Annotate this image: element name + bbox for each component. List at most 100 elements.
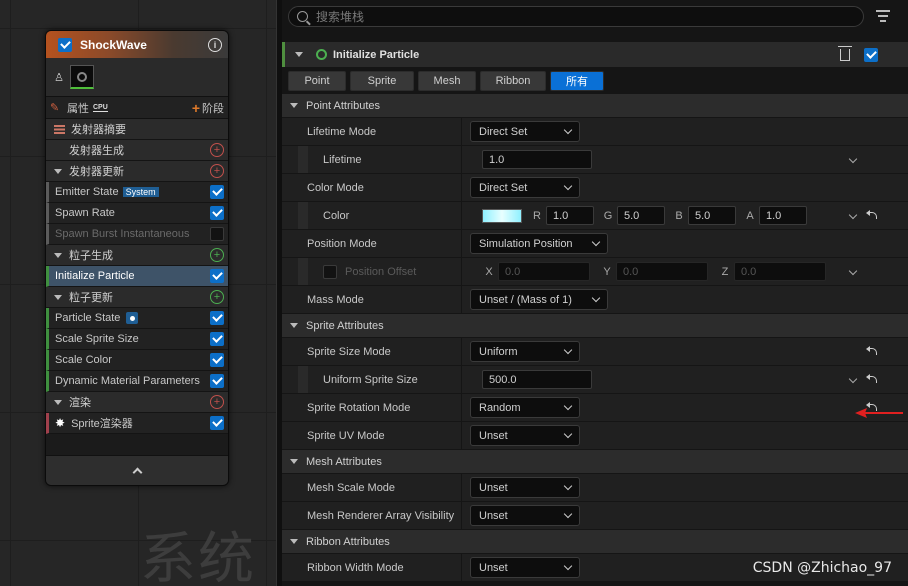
system-badge: System [122,187,159,197]
module-enable-checkbox[interactable] [210,269,224,283]
value-dropdown[interactable]: Direct Set [470,121,580,142]
node-section-row[interactable]: 发射器生成 + [46,140,228,161]
value-dropdown[interactable]: Unset [470,557,580,578]
reset-to-default-icon[interactable] [866,374,878,384]
category-row[interactable]: Mesh Attributes [282,450,908,474]
filter-icon[interactable] [876,10,890,25]
category-label: Ribbon Attributes [306,535,390,548]
collapse-module-icon[interactable] [295,52,303,57]
emitter-node[interactable]: ShockWave i ♙ ✎ 属性 CPU + 阶段 发射器摘要 发射器生成 + 发… [45,30,229,486]
tab-mesh[interactable]: Mesh [418,71,476,91]
collapse-node-button[interactable] [46,455,228,485]
module-enable-checkbox[interactable] [210,353,224,367]
selection-details-panel: Initialize Particle PointSpriteMeshRibbo… [282,0,908,586]
node-section-row[interactable]: 渲染 + [46,392,228,413]
add-module-icon[interactable]: + [210,395,224,409]
collapse-icon[interactable] [290,323,298,328]
category-row[interactable]: Sprite Attributes [282,314,908,338]
stack-search-input[interactable] [316,9,836,24]
module-enable-checkbox[interactable] [210,416,224,430]
add-module-icon[interactable]: + [210,290,224,304]
collapse-icon[interactable] [290,103,298,108]
node-section-row[interactable]: 粒子生成 + [46,245,228,266]
module-label: Initialize Particle [55,270,135,282]
collapse-icon[interactable] [54,168,62,174]
collapse-icon[interactable] [54,252,62,258]
emitter-properties-icon[interactable]: ♙ [52,64,66,90]
module-enable-checkbox[interactable] [210,374,224,388]
module-enable-checkbox[interactable] [210,332,224,346]
node-module-row[interactable]: Dynamic Material Parameters [46,371,228,392]
node-module-row[interactable]: Spawn Rate [46,203,228,224]
node-tab-bar: ✎ 属性 CPU + 阶段 [46,97,228,119]
tab-ribbon[interactable]: Ribbon [480,71,546,91]
tab-sprite[interactable]: Sprite [350,71,414,91]
reset-to-default-icon[interactable] [866,346,878,356]
color-swatch[interactable] [482,208,522,223]
value-dropdown[interactable]: Random [470,397,580,418]
property-name: Color Mode [282,174,462,201]
collapse-icon[interactable] [290,539,298,544]
node-module-row[interactable]: Spawn Burst Instantaneous [46,224,228,245]
tab-all[interactable]: 所有 [550,71,604,91]
delete-module-icon[interactable] [838,45,852,61]
node-graph-canvas[interactable]: 系统 ShockWave i ♙ ✎ 属性 CPU + 阶段 发射器摘要 发射器生… [0,0,276,586]
value-dropdown[interactable]: Unset [470,505,580,526]
stage-button[interactable]: 阶段 [202,100,224,116]
node-module-row[interactable]: Emitter State System [46,182,228,203]
number-field[interactable]: 500.0 [482,370,592,389]
channel-b-field[interactable]: 5.0 [688,206,736,225]
node-module-row[interactable]: Initialize Particle [46,266,228,287]
node-section-row[interactable]: 粒子更新 + [46,287,228,308]
module-enable-checkbox[interactable] [210,185,224,199]
collapse-icon[interactable] [54,399,62,405]
properties-tab[interactable]: 属性 [67,100,89,116]
value-dropdown[interactable]: Simulation Position [470,233,608,254]
value-dropdown[interactable]: Unset [470,425,580,446]
add-module-icon[interactable]: + [210,248,224,262]
channel-y-field[interactable]: 0.0 [616,262,708,281]
node-header[interactable]: ShockWave i [46,31,228,58]
node-section-row[interactable]: 发射器摘要 [46,119,228,140]
channel-label: X [485,265,493,278]
channel-x-field[interactable]: 0.0 [498,262,590,281]
module-enable-checkbox[interactable] [864,47,878,62]
node-module-row[interactable]: ✸ Sprite渲染器 [46,413,228,434]
category-row[interactable]: Ribbon Attributes [282,530,908,554]
value-dropdown[interactable]: Unset / (Mass of 1) [470,289,608,310]
collapse-icon[interactable] [54,294,62,300]
emitter-thumbnail[interactable] [70,65,94,89]
channel-r-field[interactable]: 1.0 [546,206,594,225]
stack-search-box[interactable] [288,6,864,27]
info-icon[interactable]: i [208,37,222,52]
tab-point[interactable]: Point [288,71,346,91]
module-properties: Point Attributes Lifetime Mode Direct Set L… [282,94,908,582]
property-row: Color Mode Direct Set [282,174,908,202]
module-label: Scale Color [55,354,112,366]
emitter-enable-checkbox[interactable] [58,37,72,52]
channel-a-field[interactable]: 1.0 [759,206,807,225]
node-module-row[interactable]: Particle State [46,308,228,329]
number-field[interactable]: 1.0 [482,150,592,169]
chevron-down-icon [591,237,601,247]
node-module-row[interactable]: Scale Sprite Size [46,329,228,350]
dropdown-value: Simulation Position [479,237,573,250]
add-module-icon[interactable]: + [210,143,224,157]
add-stage-plus-icon[interactable]: + [192,100,200,116]
value-dropdown[interactable]: Uniform [470,341,580,362]
value-dropdown[interactable]: Unset [470,477,580,498]
module-enable-checkbox[interactable] [210,206,224,220]
node-section-row[interactable]: 发射器更新 + [46,161,228,182]
node-module-row[interactable]: Scale Color [46,350,228,371]
module-enable-checkbox[interactable] [210,311,224,325]
channel-g-field[interactable]: 5.0 [617,206,665,225]
collapse-icon[interactable] [290,459,298,464]
reset-to-default-icon[interactable] [866,210,878,220]
channel-z-field[interactable]: 0.0 [734,262,826,281]
value-dropdown[interactable]: Direct Set [470,177,580,198]
category-row[interactable]: Point Attributes [282,94,908,118]
add-module-icon[interactable]: + [210,164,224,178]
enable-checkbox[interactable] [323,264,337,279]
module-enable-checkbox[interactable] [210,227,224,241]
module-header[interactable]: Initialize Particle [282,42,908,67]
